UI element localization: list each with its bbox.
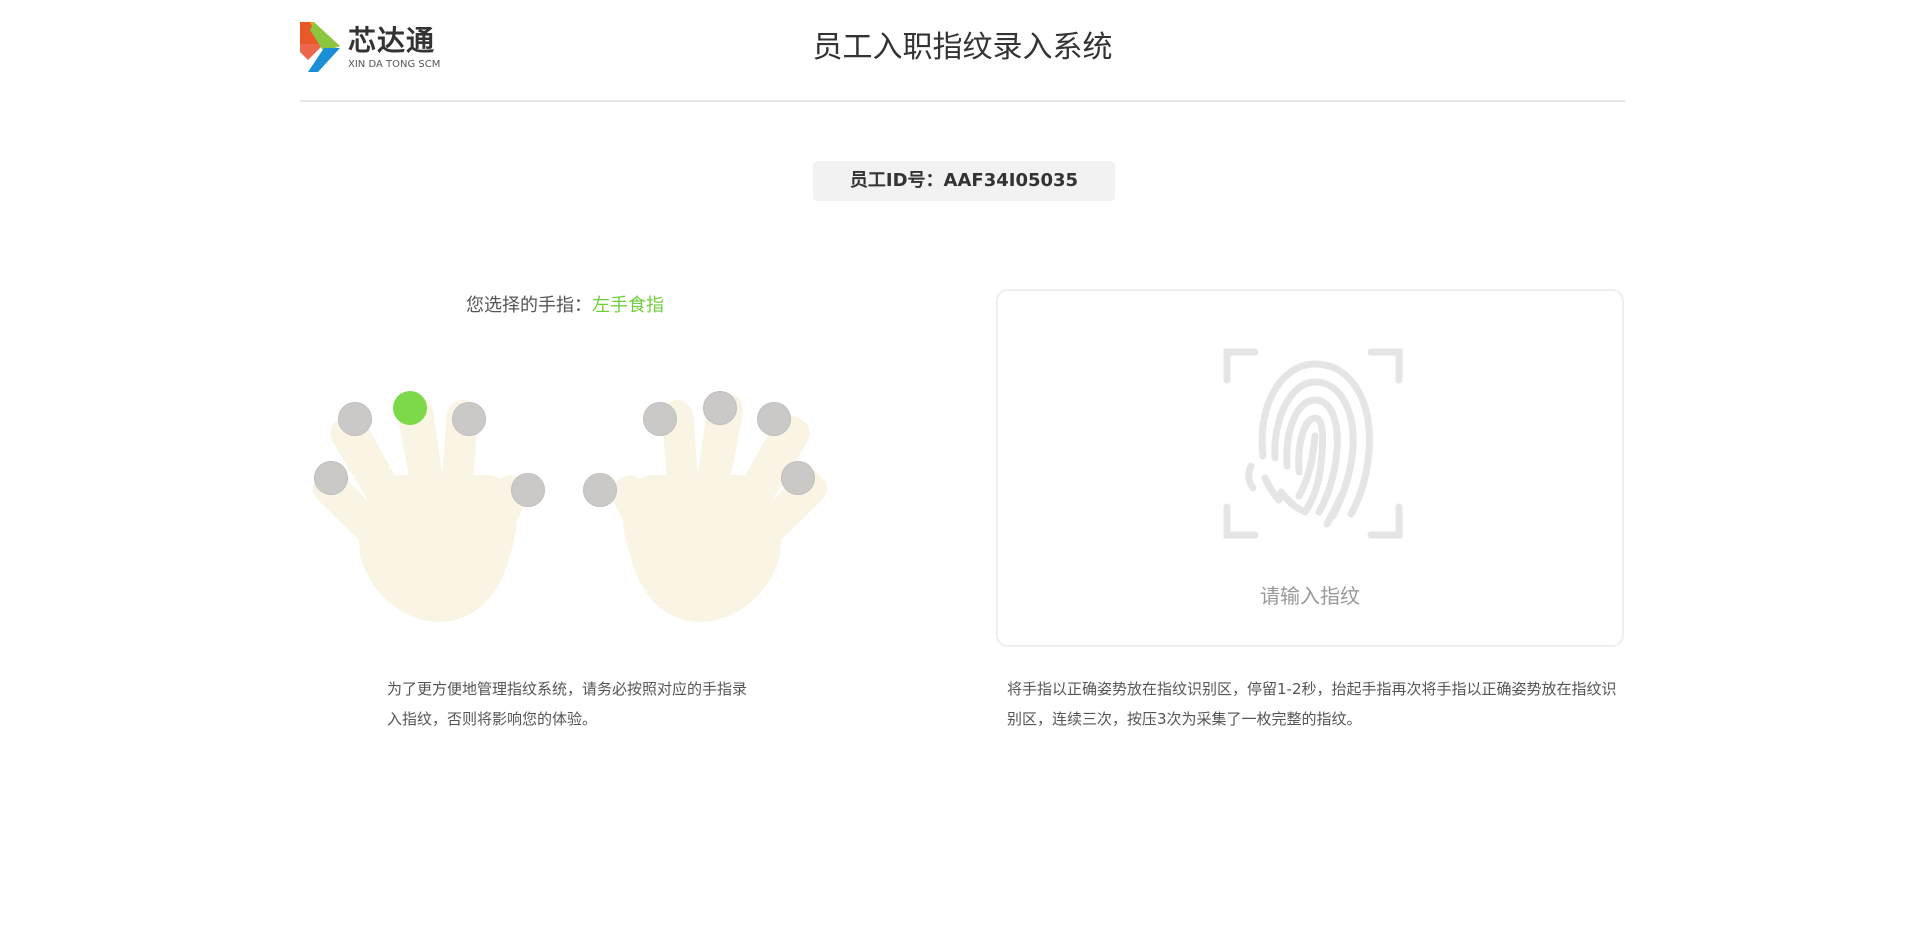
left-thumb-dot[interactable] [511,473,545,507]
page-title: 员工入职指纹录入系统 [812,30,1113,65]
left-pinky-dot[interactable] [314,461,348,495]
right-hand-shape [610,394,828,622]
right-ring-dot[interactable] [757,402,791,436]
finger-prompt: 您选择的手指：左手食指 [300,292,830,320]
scan-instruction-text: 将手指以正确姿势放在指纹识别区，停留1-2秒，抬起手指再次将手指以正确姿势放在指… [1007,680,1617,728]
hands-diagram [300,360,840,630]
header: 芯达通 XIN DA TONG SCM 员工入职指纹录入系统 [300,0,1625,102]
fingerprint-hint: 请输入指纹 [1260,584,1360,608]
hands-illustration [312,394,828,622]
fingerprint-scan-area[interactable]: 请输入指纹 [996,289,1624,647]
right-pinky-dot[interactable] [781,461,815,495]
employee-id-badge: 员工ID号：AAF34I05035 [813,161,1115,201]
fingerprint-scan-icon [1223,348,1403,539]
selected-finger: 左手食指 [592,295,664,316]
left-middle-dot[interactable] [452,402,486,436]
finger-prompt-label: 您选择的手指： [466,295,592,316]
finger-instruction-text: 为了更方便地管理指纹系统，请务必按照对应的手指录入指纹，否则将影响您的体验。 [387,680,748,728]
right-thumb-dot[interactable] [583,473,617,507]
page: 芯达通 XIN DA TONG SCM 员工入职指纹录入系统 员工ID号：AAF… [0,0,1920,944]
right-index-dot[interactable] [703,391,737,425]
right-middle-dot[interactable] [643,402,677,436]
left-ring-dot[interactable] [338,402,372,436]
left-index-dot[interactable] [393,391,427,425]
